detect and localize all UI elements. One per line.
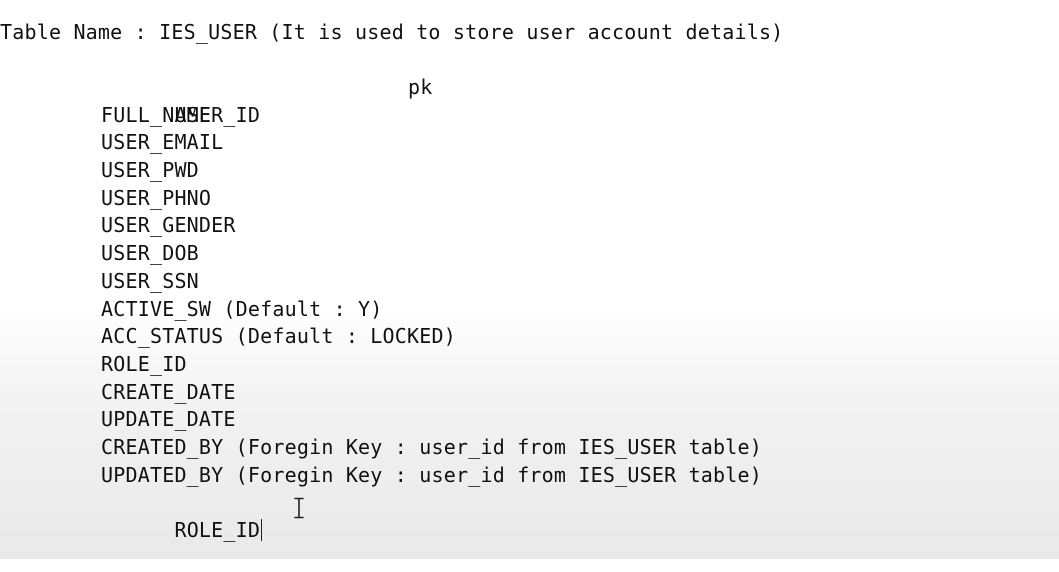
field-name: USER_EMAIL [101, 130, 224, 155]
field-row-create-date: CREATE_DATE [101, 379, 762, 407]
field-name: ACC_STATUS (Default : LOCKED) [101, 324, 456, 349]
field-list: USER_ID pk FULL_NAME USER_EMAIL USER_PWD… [101, 74, 762, 542]
field-row-acc-status: ACC_STATUS (Default : LOCKED) [101, 323, 762, 351]
i-beam-cursor-icon [294, 497, 304, 519]
field-row-user-pwd: USER_PWD [101, 157, 762, 185]
field-row-user-email: USER_EMAIL [101, 129, 762, 157]
field-name: ROLE_ID [174, 518, 261, 543]
field-name: ROLE_ID [101, 351, 187, 376]
field-row-role-id: ROLE_ID [101, 351, 762, 379]
field-row-user-phno: USER_PHNO [101, 185, 762, 213]
field-name: CREATE_DATE [101, 379, 236, 404]
table-title-line: Table Name : IES_USER (It is used to sto… [0, 20, 784, 44]
field-name: FULL_NAME [101, 102, 212, 127]
field-row-full-name: FULL_NAME [101, 102, 762, 130]
field-row-active-sw: ACTIVE_SW (Default : Y) [101, 296, 762, 324]
field-name: USER_PWD [101, 158, 199, 183]
field-row-user-gender: USER_GENDER [101, 212, 762, 240]
field-row-user-id: USER_ID pk [101, 74, 762, 127]
field-name: UPDATE_DATE [101, 407, 236, 432]
field-name: USER_SSN [101, 268, 199, 293]
field-name: CREATED_BY (Foregin Key : user_id from I… [101, 434, 763, 459]
field-row-update-date: UPDATE_DATE [101, 406, 762, 434]
field-row-updated-by: UPDATED_BY (Foregin Key : user_id from I… [101, 462, 762, 490]
text-caret [261, 519, 263, 542]
field-name: USER_PHNO [101, 185, 212, 210]
field-row-created-by: CREATED_BY (Foregin Key : user_id from I… [101, 434, 762, 462]
field-name: UPDATED_BY (Foregin Key : user_id from I… [101, 462, 763, 487]
field-name: USER_DOB [101, 241, 199, 266]
text-editor-area[interactable]: Table Name : IES_USER (It is used to sto… [0, 0, 1059, 559]
field-name: ACTIVE_SW (Default : Y) [101, 296, 383, 321]
primary-key-tag: pk [408, 75, 433, 99]
field-name: USER_GENDER [101, 213, 236, 238]
field-row-user-dob: USER_DOB [101, 240, 762, 268]
field-row-role-id-editing[interactable]: ROLE_ID [101, 489, 762, 542]
field-row-user-ssn: USER_SSN [101, 268, 762, 296]
